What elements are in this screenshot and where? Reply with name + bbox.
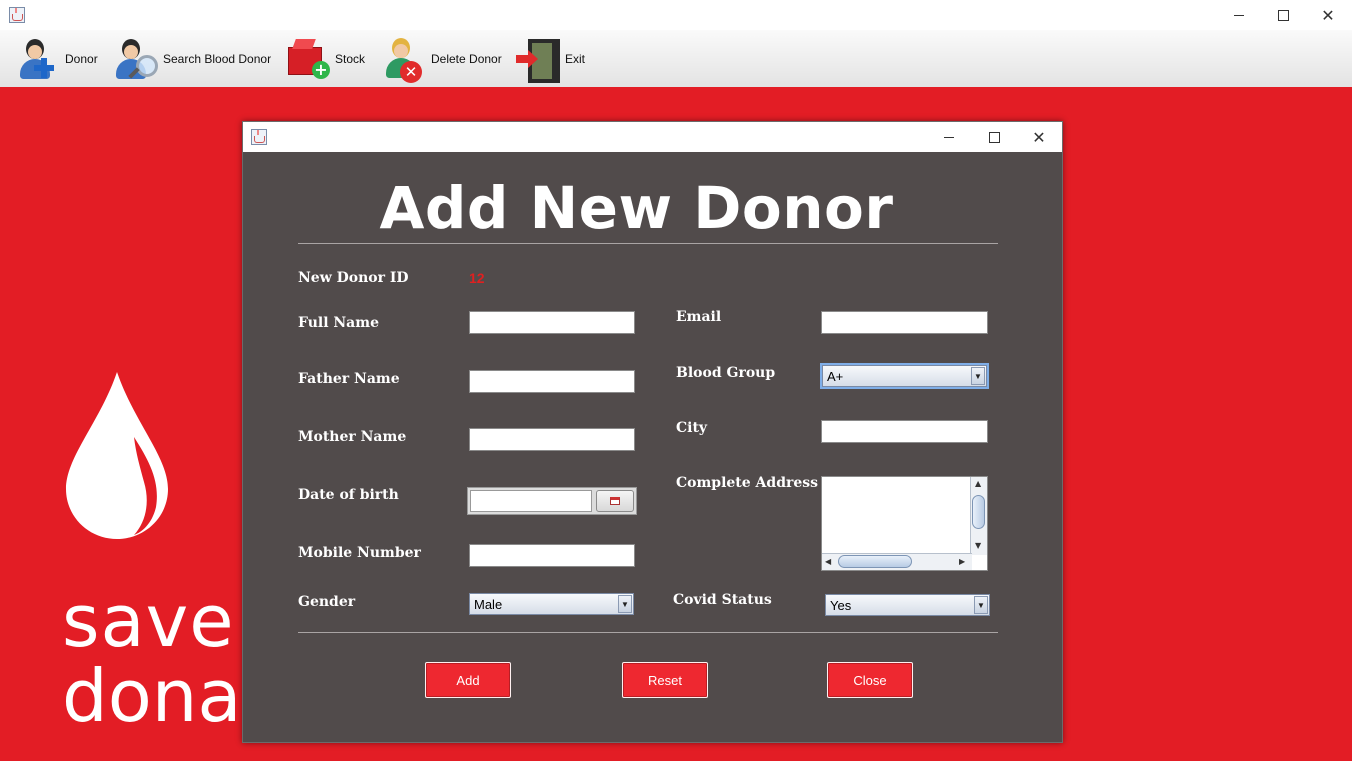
- date-of-birth-picker: [467, 487, 637, 515]
- main-title-bar: ✕: [0, 0, 1352, 30]
- dialog-title-bar: ✕: [243, 122, 1062, 152]
- scroll-down-icon[interactable]: ▼: [975, 541, 981, 550]
- mother-name-field[interactable]: [469, 428, 635, 451]
- calendar-button[interactable]: [596, 490, 634, 512]
- toolbar: Donor Search Blood Donor + Stock ✕ Delet…: [0, 30, 1352, 88]
- mobile-label: Mobile Number: [298, 545, 421, 561]
- city-label: City: [676, 420, 708, 436]
- toolbar-delete-donor-label: Delete Donor: [431, 51, 502, 66]
- toolbar-stock-label: Stock: [335, 51, 366, 66]
- stock-box-icon: +: [284, 35, 332, 83]
- covid-status-label: Covid Status: [673, 592, 772, 608]
- toolbar-donor-button[interactable]: Donor: [14, 30, 98, 87]
- toolbar-exit-label: Exit: [565, 51, 586, 66]
- full-name-label: Full Name: [298, 315, 379, 331]
- dialog-maximize-button[interactable]: [971, 122, 1017, 152]
- email-label: Email: [676, 309, 722, 325]
- calendar-icon: [610, 497, 620, 505]
- donor-id-label: New Donor ID: [298, 270, 409, 286]
- java-app-icon: [9, 7, 25, 23]
- add-donor-icon: [14, 35, 62, 83]
- top-divider: [298, 243, 998, 244]
- toolbar-exit-button[interactable]: Exit: [514, 30, 585, 87]
- exit-door-icon: [514, 35, 562, 83]
- chevron-down-icon: ▼: [974, 596, 988, 614]
- date-of-birth-field[interactable]: [470, 490, 592, 512]
- blood-group-label: Blood Group: [676, 365, 776, 381]
- chevron-down-icon: ▼: [971, 367, 985, 385]
- address-vertical-scrollbar[interactable]: ▲ ▼: [970, 477, 987, 555]
- covid-status-select[interactable]: Yes ▼: [825, 594, 990, 616]
- address-label: Complete Address: [676, 475, 819, 491]
- dialog-heading: Add New Donor: [379, 174, 894, 242]
- toolbar-search-donor-label: Search Blood Donor: [163, 51, 272, 66]
- java-app-icon: [251, 129, 267, 145]
- minimize-button[interactable]: [1216, 0, 1262, 30]
- close-window-button[interactable]: ✕: [1305, 0, 1351, 30]
- background-text-donate: dona: [62, 654, 242, 738]
- blood-group-select[interactable]: A+ ▼: [822, 365, 987, 387]
- chevron-down-icon: ▼: [618, 595, 632, 613]
- delete-donor-icon: ✕: [380, 35, 428, 83]
- maximize-button[interactable]: [1260, 0, 1306, 30]
- dob-label: Date of birth: [298, 487, 399, 503]
- address-horizontal-scrollbar[interactable]: ◀ ▶: [822, 553, 972, 570]
- add-donor-dialog: ✕ Add New Donor New Donor ID 12 Full Nam…: [242, 121, 1063, 743]
- full-name-field[interactable]: [469, 311, 635, 334]
- father-name-field[interactable]: [469, 370, 635, 393]
- scroll-left-icon[interactable]: ◀: [825, 557, 831, 566]
- father-name-label: Father Name: [298, 371, 400, 387]
- reset-button[interactable]: Reset: [622, 662, 708, 698]
- dialog-minimize-button[interactable]: [926, 122, 972, 152]
- vertical-scroll-thumb[interactable]: [972, 495, 985, 529]
- toolbar-delete-donor-button[interactable]: ✕ Delete Donor: [380, 30, 502, 87]
- toolbar-search-donor-button[interactable]: Search Blood Donor: [112, 30, 271, 87]
- scroll-up-icon[interactable]: ▲: [975, 479, 981, 488]
- mobile-number-field[interactable]: [469, 544, 635, 567]
- background-text-save: save: [62, 579, 235, 663]
- donor-id-value: 12: [469, 270, 485, 286]
- toolbar-donor-label: Donor: [65, 51, 98, 66]
- add-button[interactable]: Add: [425, 662, 511, 698]
- search-donor-icon: [112, 35, 160, 83]
- blood-group-selected-value: A+: [827, 368, 844, 384]
- city-field[interactable]: [821, 420, 988, 443]
- covid-status-selected-value: Yes: [830, 597, 852, 613]
- gender-label: Gender: [298, 594, 356, 610]
- horizontal-scroll-thumb[interactable]: [838, 555, 912, 568]
- toolbar-stock-button[interactable]: + Stock: [284, 30, 365, 87]
- scroll-right-icon[interactable]: ▶: [959, 557, 965, 566]
- complete-address-textarea[interactable]: ▲ ▼ ◀ ▶: [821, 476, 988, 571]
- gender-select[interactable]: Male ▼: [469, 593, 634, 615]
- gender-selected-value: Male: [474, 596, 503, 612]
- email-field[interactable]: [821, 311, 988, 334]
- dialog-close-window-button[interactable]: ✕: [1016, 122, 1062, 152]
- close-button[interactable]: Close: [827, 662, 913, 698]
- blood-drop-icon: [66, 372, 168, 539]
- mother-name-label: Mother Name: [298, 429, 407, 445]
- bottom-divider: [298, 632, 998, 633]
